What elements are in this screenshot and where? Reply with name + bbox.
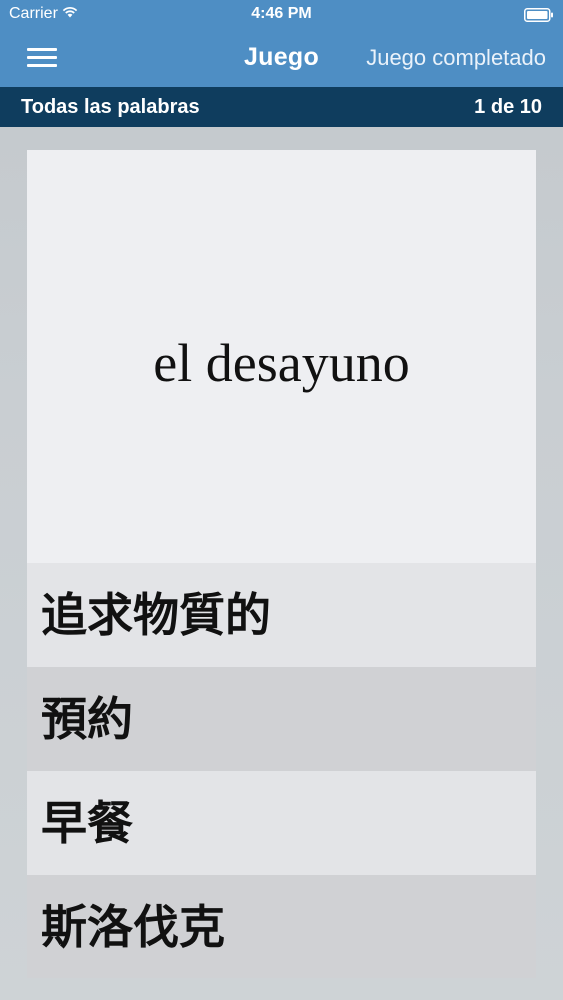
answer-option-3[interactable]: 早餐 bbox=[27, 771, 536, 875]
category-label: Todas las palabras bbox=[21, 96, 200, 118]
battery-icon bbox=[524, 8, 554, 22]
status-bar: Carrier 4:46 PM bbox=[0, 0, 563, 30]
quiz-card: el desayuno 追求物質的 預約 早餐 斯洛伐克 bbox=[27, 150, 536, 978]
progress-counter: 1 de 10 bbox=[474, 96, 542, 118]
answer-option-4[interactable]: 斯洛伐克 bbox=[27, 875, 536, 978]
status-time: 4:46 PM bbox=[251, 5, 312, 22]
progress-header: Todas las palabras 1 de 10 bbox=[0, 87, 563, 127]
game-completed-button[interactable]: Juego completado bbox=[366, 45, 546, 71]
answer-option-1[interactable]: 追求物質的 bbox=[27, 563, 536, 667]
hamburger-menu-icon[interactable] bbox=[27, 46, 57, 70]
navigation-bar: Juego Juego completado bbox=[0, 30, 563, 87]
quiz-word: el desayuno bbox=[153, 333, 410, 393]
answer-option-2[interactable]: 預約 bbox=[27, 667, 536, 771]
word-panel: el desayuno bbox=[27, 150, 536, 563]
